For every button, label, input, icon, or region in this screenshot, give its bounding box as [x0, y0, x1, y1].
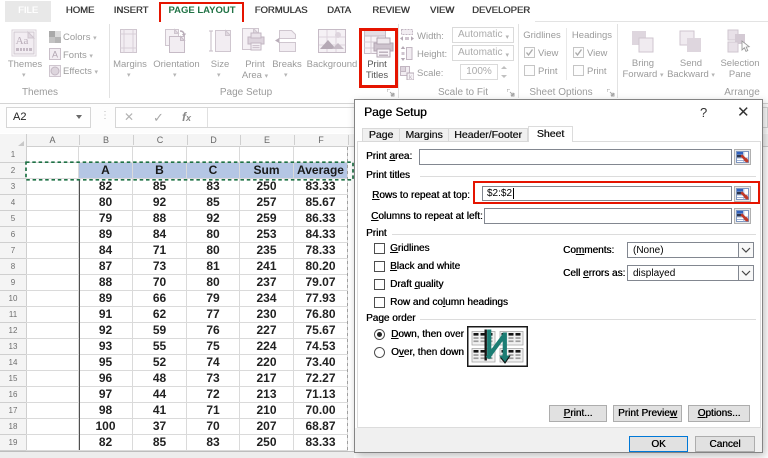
- svg-text:Aa: Aa: [16, 35, 29, 47]
- svg-text:A: A: [52, 50, 58, 60]
